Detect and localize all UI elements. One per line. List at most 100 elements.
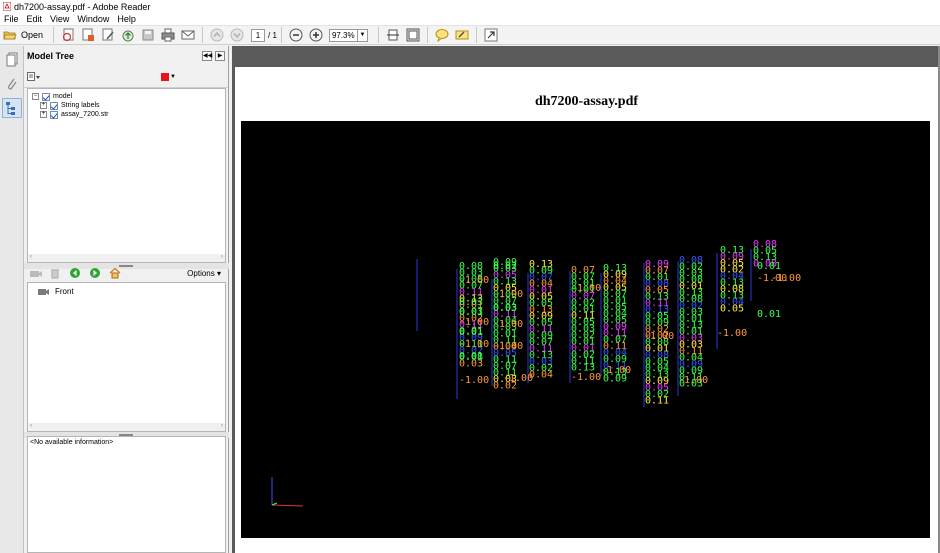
assay-label: 0.05	[720, 304, 744, 315]
email-icon[interactable]	[180, 27, 196, 43]
tree-item-label: assay_7200.str	[61, 111, 109, 118]
tree-item-assay[interactable]: + assay_7200.str	[32, 110, 225, 119]
pages-panel-button[interactable]	[2, 50, 22, 70]
highlight-icon[interactable]	[454, 27, 470, 43]
navigation-rail	[0, 46, 24, 553]
expand-icon[interactable]	[483, 27, 499, 43]
tree-item-label: String labels	[61, 102, 100, 109]
chevron-left-icon[interactable]: ‹	[30, 423, 32, 429]
save-icon[interactable]	[140, 27, 156, 43]
checkbox-icon[interactable]	[50, 101, 58, 110]
3d-assay-rendering: 0.080.030.080.070.110.130.010.030.020.11…	[271, 239, 801, 507]
chevron-down-icon: ▼	[170, 73, 176, 80]
checkbox-icon[interactable]	[50, 110, 58, 119]
model-tree-list: − model + String labels + assay_7200.str…	[27, 88, 226, 263]
trash-icon[interactable]	[49, 267, 61, 279]
document-pane: dh7200-assay.pdf 0.08 0.03 0.08 0.07 0.11 0.1…	[232, 46, 940, 553]
menu-edit[interactable]: Edit	[23, 14, 47, 24]
pdf-page: dh7200-assay.pdf 0.08 0.03 0.08 0.07 0.11 0.1…	[235, 67, 938, 553]
assay-label: 0.01	[459, 351, 483, 362]
zoom-in-icon[interactable]	[308, 27, 324, 43]
assay-label: 0.03	[493, 303, 517, 314]
paperclip-icon	[8, 78, 17, 90]
collapse-icon[interactable]: −	[32, 93, 39, 100]
previous-page-icon[interactable]	[209, 27, 225, 43]
tree-item-label: model	[53, 93, 73, 100]
assay-label: -1.00	[459, 339, 489, 350]
camera-icon[interactable]	[29, 268, 43, 278]
assay-label: -1.00	[601, 365, 631, 376]
views-options-label: Options	[187, 268, 215, 278]
assay-label: -1.00	[493, 319, 523, 330]
background-color-picker[interactable]: ▼	[161, 72, 176, 81]
axis-triad	[271, 477, 304, 507]
open-button[interactable]: Open	[0, 26, 49, 44]
collapse-panel-icon[interactable]: ◀◀	[202, 51, 212, 61]
chevron-right-icon[interactable]: ›	[221, 254, 223, 260]
pages-icon	[6, 52, 18, 67]
print-icon[interactable]	[160, 27, 176, 43]
assay-label: 0.01	[757, 261, 781, 272]
model-tree-panel: Model Tree ◀◀ ▶ ▼ − model + String label…	[24, 46, 229, 553]
assay-label: -1.00	[459, 375, 489, 386]
toolbar-separator	[202, 27, 204, 43]
toolbar-separator	[53, 27, 55, 43]
expand-icon[interactable]: +	[40, 102, 47, 109]
menu-view[interactable]: View	[46, 14, 73, 24]
folder-icon	[3, 31, 17, 40]
model-tree-subbar: ▼	[24, 66, 228, 88]
home-view-icon[interactable]	[109, 267, 121, 279]
next-page-icon[interactable]	[229, 27, 245, 43]
views-list: Front ‹ ›	[27, 282, 226, 432]
assay-label: -1.00	[493, 341, 523, 352]
chevron-left-icon[interactable]: ‹	[30, 254, 32, 260]
model-tree-panel-button[interactable]	[2, 98, 22, 118]
zoom-level-value: 97.3%	[331, 30, 355, 40]
tree-item-model[interactable]: − model	[32, 92, 225, 101]
panel-menu-icon[interactable]: ▶	[215, 51, 225, 61]
document-title: dh7200-assay.pdf	[534, 94, 639, 109]
previous-view-icon[interactable]	[69, 267, 81, 279]
edit-pdf-icon[interactable]	[100, 27, 116, 43]
horizontal-scrollbar[interactable]: ‹ ›	[28, 254, 225, 262]
assay-label: 0.01	[757, 309, 781, 320]
color-swatch	[161, 72, 170, 81]
model-tree-icon	[6, 102, 15, 115]
3d-model-viewport[interactable]: 0.08 0.03 0.08 0.07 0.11 0.13 0.01 0.03 0.02 0.11…	[241, 121, 930, 538]
create-pdf-icon[interactable]	[60, 27, 76, 43]
attachments-panel-button[interactable]	[2, 74, 22, 94]
assay-label: -1.00	[503, 373, 533, 384]
acrobat-icon	[3, 2, 11, 11]
share-icon[interactable]	[120, 27, 136, 43]
window-title: dh7200-assay.pdf - Adobe Reader	[14, 1, 151, 12]
checkbox-icon[interactable]	[42, 92, 50, 101]
tree-item-string-labels[interactable]: + String labels	[32, 101, 225, 110]
view-item-front[interactable]: Front	[28, 283, 225, 297]
menu-window[interactable]: Window	[73, 14, 113, 24]
comment-icon[interactable]	[434, 27, 450, 43]
views-options-menu[interactable]: Options ▾	[187, 269, 221, 278]
page-number-input[interactable]: 1	[251, 28, 266, 42]
horizontal-scrollbar[interactable]: ‹ ›	[28, 423, 225, 431]
assay-label: 0.01	[459, 327, 483, 338]
window-title-bar: dh7200-assay.pdf - Adobe Reader	[0, 0, 940, 13]
menu-file[interactable]: File	[0, 14, 23, 24]
assay-label: -1.00	[493, 289, 523, 300]
object-info-text: <No available information>	[30, 439, 114, 446]
zoom-level-select[interactable]: 97.3% ▼	[328, 28, 368, 42]
fit-width-icon[interactable]	[405, 27, 421, 43]
toolbar-separator	[426, 27, 428, 43]
open-button-label: Open	[21, 30, 44, 40]
toolbar-separator	[377, 27, 379, 43]
menu-help[interactable]: Help	[113, 14, 140, 24]
expand-icon[interactable]: +	[40, 111, 47, 118]
chevron-down-icon[interactable]: ▼	[356, 29, 367, 41]
zoom-out-icon[interactable]	[288, 27, 304, 43]
toolbar-separator	[280, 27, 282, 43]
assay-label: 0.01	[459, 307, 483, 318]
next-view-icon[interactable]	[89, 267, 101, 279]
fit-page-icon[interactable]	[385, 27, 401, 43]
chevron-right-icon[interactable]: ›	[221, 423, 223, 429]
export-pdf-icon[interactable]	[80, 27, 96, 43]
tree-options-icon[interactable]	[27, 71, 41, 82]
